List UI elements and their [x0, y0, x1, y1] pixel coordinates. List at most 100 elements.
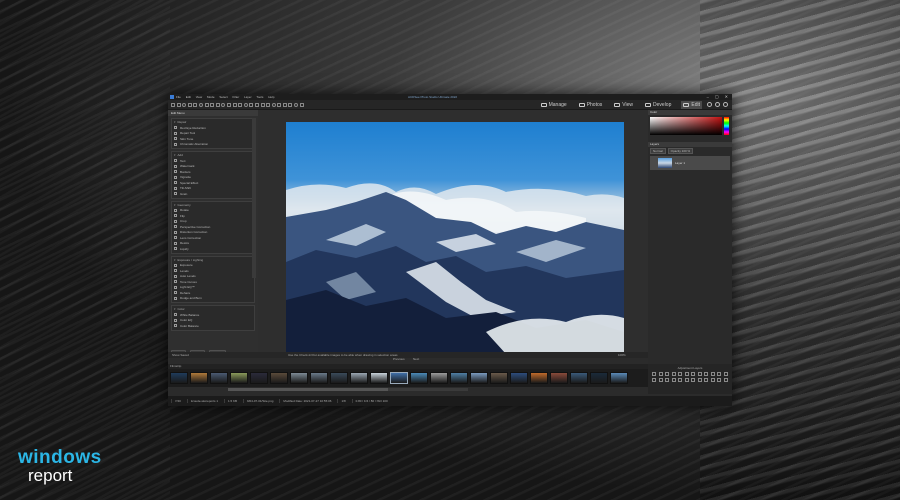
filmstrip-thumbnail[interactable]: [470, 372, 488, 384]
filmstrip-thumbnail[interactable]: [570, 372, 588, 384]
line-tool-icon[interactable]: [232, 102, 237, 107]
mode-develop[interactable]: Develop: [643, 101, 673, 109]
filmstrip-thumbnail[interactable]: [190, 372, 208, 384]
edit-section-title[interactable]: ▾ Color: [174, 307, 252, 311]
edit-section-title[interactable]: ▾ Add: [174, 153, 252, 157]
filmstrip-thumbnail[interactable]: [230, 372, 248, 384]
adjustment-layer-icon[interactable]: [665, 372, 669, 376]
help-icon[interactable]: [715, 102, 720, 107]
filmstrip-thumbnail[interactable]: [390, 372, 408, 384]
undo-icon[interactable]: [254, 102, 259, 107]
rotate-tool-icon[interactable]: [243, 102, 248, 107]
workspace-icon[interactable]: [707, 102, 712, 107]
adjustment-layer-icon[interactable]: [678, 372, 682, 376]
fill-tool-icon[interactable]: [249, 102, 254, 107]
filmstrip-thumbnail[interactable]: [510, 372, 528, 384]
grid-icon[interactable]: [266, 102, 271, 107]
edit-section-title[interactable]: ▾ Exposure / Lighting: [174, 258, 252, 262]
menu-select[interactable]: Select: [219, 95, 227, 99]
brush-tool-icon[interactable]: [193, 102, 198, 107]
clone-tool-icon[interactable]: [198, 102, 203, 107]
mask-icon[interactable]: [271, 102, 276, 107]
adjustment-layer-icon[interactable]: [710, 377, 715, 382]
mode-manage[interactable]: Manage: [539, 101, 569, 109]
zoom-level[interactable]: 100%: [618, 353, 626, 357]
adjustment-layer-icon[interactable]: [704, 372, 708, 376]
menu-edit[interactable]: Edit: [186, 95, 191, 99]
edit-tool-item[interactable]: Liquify: [174, 246, 252, 252]
filmstrip-thumbnail[interactable]: [210, 372, 228, 384]
adjustment-layer-icon[interactable]: [678, 377, 682, 382]
adjustment-layer-icon[interactable]: [684, 372, 689, 376]
menu-mode[interactable]: Mode: [207, 95, 215, 99]
close-button[interactable]: ✕: [725, 94, 728, 99]
filmstrip-thumbnail[interactable]: [350, 372, 368, 384]
adjustment-layer-icon[interactable]: [697, 377, 702, 382]
color-picker-icon[interactable]: [294, 102, 299, 107]
hue-slider[interactable]: [724, 117, 729, 135]
minimize-button[interactable]: –: [707, 94, 709, 99]
maximize-button[interactable]: ▢: [715, 94, 719, 99]
adjustment-layer-icon[interactable]: [723, 372, 728, 376]
filmstrip-thumbnail[interactable]: [550, 372, 568, 384]
crop-tool-icon[interactable]: [187, 102, 192, 107]
adjustment-layer-icon[interactable]: [691, 372, 695, 376]
adjustment-layer-icon[interactable]: [717, 372, 721, 376]
filmstrip-thumbnail[interactable]: [250, 372, 268, 384]
adjustment-layer-icon[interactable]: [658, 377, 663, 382]
adjustment-layer-icon[interactable]: [697, 372, 702, 376]
adjustment-layer-icon[interactable]: [652, 377, 656, 382]
adjustment-layer-icon[interactable]: [665, 377, 669, 382]
adjustment-layer-icon[interactable]: [658, 372, 663, 376]
filmstrip-thumbnail[interactable]: [430, 372, 448, 384]
menu-tools[interactable]: Tools: [256, 95, 263, 99]
menu-view[interactable]: View: [196, 95, 202, 99]
filmstrip-thumbnail[interactable]: [590, 372, 608, 384]
edit-section-title[interactable]: ▾ Geometry: [174, 203, 252, 207]
adjustment-layer-icon[interactable]: [704, 377, 708, 382]
edit-tool-item[interactable]: Grain: [174, 191, 252, 197]
account-icon[interactable]: [723, 102, 728, 107]
image-canvas[interactable]: [258, 110, 648, 358]
settings-tool-icon[interactable]: [299, 102, 304, 107]
edit-section-title[interactable]: ▾ Repair: [174, 120, 252, 124]
filmstrip-thumbnail[interactable]: [490, 372, 508, 384]
edit-menu-scrollbar[interactable]: [252, 118, 256, 278]
layer-item[interactable]: Layer 1: [650, 156, 730, 170]
filmstrip-thumbnail[interactable]: [270, 372, 288, 384]
mode-photos[interactable]: Photos: [577, 101, 605, 109]
opacity-field[interactable]: Opacity 100 %: [667, 148, 694, 154]
gradient-tool-icon[interactable]: [210, 102, 215, 107]
edit-tool-item[interactable]: Dodge and Burn: [174, 296, 252, 302]
adjustment-layer-icon[interactable]: [723, 377, 728, 382]
mode-view[interactable]: View: [612, 101, 635, 109]
menu-filter[interactable]: Filter: [233, 95, 240, 99]
filmstrip-thumbnail[interactable]: [290, 372, 308, 384]
filmstrip-thumbnail[interactable]: [610, 372, 628, 384]
menu-help[interactable]: Help: [268, 95, 274, 99]
adjustment-layer-icon[interactable]: [671, 377, 676, 382]
edit-tool-item[interactable]: Color Balance: [174, 323, 252, 329]
color-picker-field[interactable]: [650, 117, 722, 135]
filmstrip-thumbnail[interactable]: [310, 372, 328, 384]
menu-file[interactable]: File: [176, 95, 181, 99]
mode-edit[interactable]: Edit: [681, 101, 702, 109]
adjustment-layer-icon[interactable]: [710, 372, 715, 376]
zoom-tool-icon[interactable]: [238, 102, 243, 107]
shape-tool-icon[interactable]: [226, 102, 231, 107]
menu-layer[interactable]: Layer: [244, 95, 252, 99]
filmstrip-scrollbar[interactable]: [228, 388, 468, 391]
text-tool-icon[interactable]: [215, 102, 220, 107]
eyedropper-tool-icon[interactable]: [221, 102, 226, 107]
adjustment-layer-icon[interactable]: [691, 377, 695, 382]
filmstrip-thumbnail[interactable]: [330, 372, 348, 384]
previous-button[interactable]: Previous: [393, 357, 405, 361]
layer-tool-icon[interactable]: [277, 102, 282, 107]
filmstrip-thumbnail[interactable]: [410, 372, 428, 384]
lasso-tool-icon[interactable]: [182, 102, 187, 107]
filmstrip-thumbnail[interactable]: [170, 372, 188, 384]
select-tool-icon[interactable]: [176, 102, 181, 107]
next-button[interactable]: Next: [413, 357, 419, 361]
move-tool-icon[interactable]: [171, 102, 175, 107]
filmstrip-thumbnail[interactable]: [530, 372, 548, 384]
